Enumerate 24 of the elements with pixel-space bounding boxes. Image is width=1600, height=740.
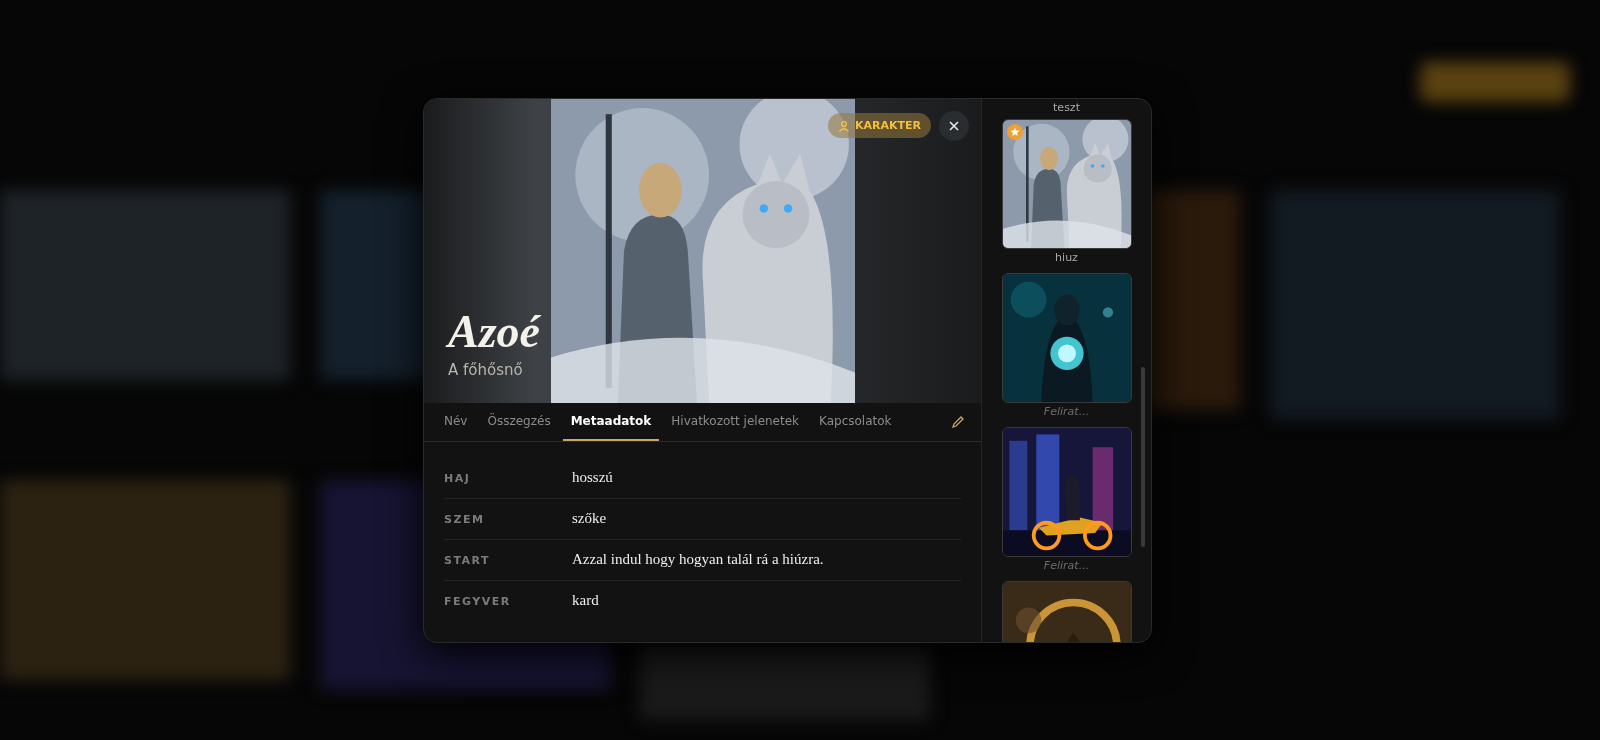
field-label: START	[444, 554, 492, 567]
field-label: SZEM	[444, 513, 486, 526]
field-value: szőke	[572, 510, 608, 527]
caption-placeholder[interactable]: Felirat...	[1043, 403, 1090, 423]
scrollbar[interactable]	[1141, 367, 1145, 547]
person-icon	[837, 119, 850, 132]
field-value: kard	[572, 592, 600, 609]
character-subtitle: A főhősnő	[448, 361, 524, 379]
field-label: HAJ	[444, 472, 472, 485]
field-value: Azzal indul hogy hogyan talál rá a hiúzra.	[572, 551, 825, 568]
pencil-icon	[951, 415, 965, 429]
tab[interactable]: Hivatkozott jelenetek	[663, 403, 808, 441]
image-caption: hiuz	[1055, 250, 1078, 266]
tab[interactable]: Név	[436, 403, 476, 441]
field-label: FEGYVER	[444, 595, 512, 608]
close-button[interactable]	[939, 111, 969, 141]
tab[interactable]: Metaadatok	[562, 403, 660, 441]
image-caption: teszt	[1053, 100, 1080, 116]
tab[interactable]: Kapcsolatok	[811, 403, 900, 441]
field-value: hosszú	[572, 469, 614, 486]
close-icon	[948, 120, 960, 132]
type-badge: KARAKTER	[827, 113, 931, 138]
caption-placeholder[interactable]: Felirat...	[1043, 557, 1090, 577]
tab[interactable]: Összegzés	[479, 403, 559, 441]
